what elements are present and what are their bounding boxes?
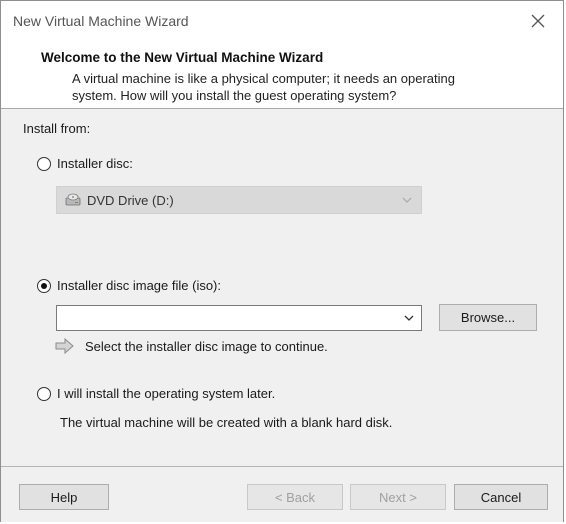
installer-disc-radio[interactable] [37,156,51,171]
install-later-option[interactable]: I will install the operating system late… [37,386,275,401]
iso-file-option[interactable]: Installer disc image file (iso): [37,278,221,293]
arrow-right-icon [55,338,74,354]
title-bar: New Virtual Machine Wizard [1,1,563,41]
install-from-label: Install from: [23,121,91,136]
header-title: Welcome to the New Virtual Machine Wizar… [41,50,324,65]
cancel-button[interactable]: Cancel [454,484,548,510]
install-later-description: The virtual machine will be created with… [60,415,393,430]
iso-path-input[interactable] [61,307,395,331]
installer-disc-option[interactable]: Installer disc: [37,156,133,171]
installer-disc-label: Installer disc: [57,156,133,171]
chevron-down-icon[interactable] [403,314,415,324]
wizard-body: Install from: Installer disc: DVD Drive … [1,109,563,466]
iso-file-radio[interactable] [37,278,51,293]
iso-hint-text: Select the installer disc image to conti… [85,338,328,354]
close-icon [531,14,545,28]
back-button[interactable]: < Back [247,484,343,510]
dvd-drive-icon [65,193,81,206]
iso-hint: Select the installer disc image to conti… [55,338,328,354]
browse-button[interactable]: Browse... [439,304,537,331]
dvd-drive-value: DVD Drive (D:) [87,192,174,208]
next-button[interactable]: Next > [350,484,446,510]
chevron-down-icon [402,197,412,203]
install-later-label: I will install the operating system late… [57,386,276,401]
wizard-footer: Help < Back Next > Cancel [1,466,563,522]
iso-file-label: Installer disc image file (iso): [57,278,221,293]
close-button[interactable] [523,9,553,35]
iso-path-combobox[interactable] [56,305,422,331]
header-description: A virtual machine is like a physical com… [72,71,455,103]
window-title: New Virtual Machine Wizard [13,13,189,29]
install-later-radio[interactable] [37,386,51,401]
wizard-window: New Virtual Machine Wizard Welcome to th… [0,0,564,522]
help-button[interactable]: Help [19,484,109,510]
wizard-header: Welcome to the New Virtual Machine Wizar… [1,41,563,109]
dvd-drive-select: DVD Drive (D:) [56,186,422,214]
